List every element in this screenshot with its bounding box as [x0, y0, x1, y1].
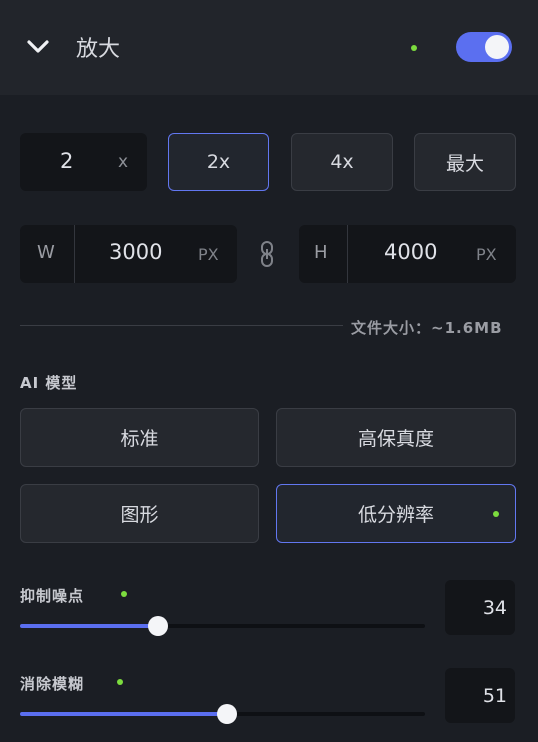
width-separator [74, 225, 75, 283]
scale-option-2x[interactable]: 2x [168, 133, 269, 191]
ai-model-label: AI 模型 [20, 374, 78, 392]
scale-custom-value: 2 [60, 149, 74, 173]
scale-option-4x[interactable]: 4x [291, 133, 393, 191]
deblur-slider[interactable] [20, 704, 425, 724]
chevron-down-icon[interactable] [26, 38, 50, 56]
selected-model-dot [493, 511, 499, 517]
height-value: 4000 [384, 240, 438, 264]
height-unit: PX [476, 245, 497, 264]
model-option-graphics[interactable]: 图形 [20, 484, 259, 543]
denoise-value[interactable]: 34 [445, 580, 515, 635]
file-size: 文件大小：~1.6MB [351, 319, 503, 337]
deblur-dot [117, 679, 123, 685]
toggle-knob [485, 35, 509, 59]
deblur-slider-fill [20, 712, 227, 716]
enable-toggle[interactable] [456, 32, 512, 62]
link-icon[interactable] [259, 240, 275, 268]
divider [20, 325, 343, 326]
width-label: W [37, 242, 55, 263]
scale-custom-unit: x [118, 152, 129, 172]
denoise-slider-thumb[interactable] [148, 616, 168, 636]
width-value: 3000 [109, 240, 163, 264]
model-option-low-resolution[interactable]: 低分辨率 [276, 484, 516, 543]
panel-title: 放大 [76, 37, 121, 62]
denoise-dot [121, 591, 127, 597]
height-separator [347, 225, 348, 283]
deblur-slider-thumb[interactable] [217, 704, 237, 724]
model-option-standard[interactable]: 标准 [20, 408, 259, 467]
scale-option-max[interactable]: 最大 [414, 133, 516, 191]
status-dot [411, 45, 417, 51]
model-option-high-fidelity[interactable]: 高保真度 [276, 408, 516, 467]
deblur-value[interactable]: 51 [445, 668, 515, 723]
denoise-label: 抑制噪点 [20, 587, 85, 605]
denoise-slider[interactable] [20, 616, 425, 636]
width-unit: PX [198, 245, 219, 264]
deblur-label: 消除模糊 [20, 675, 85, 693]
height-label: H [314, 242, 328, 263]
denoise-slider-fill [20, 624, 158, 628]
panel-header: 放大 [0, 0, 538, 95]
